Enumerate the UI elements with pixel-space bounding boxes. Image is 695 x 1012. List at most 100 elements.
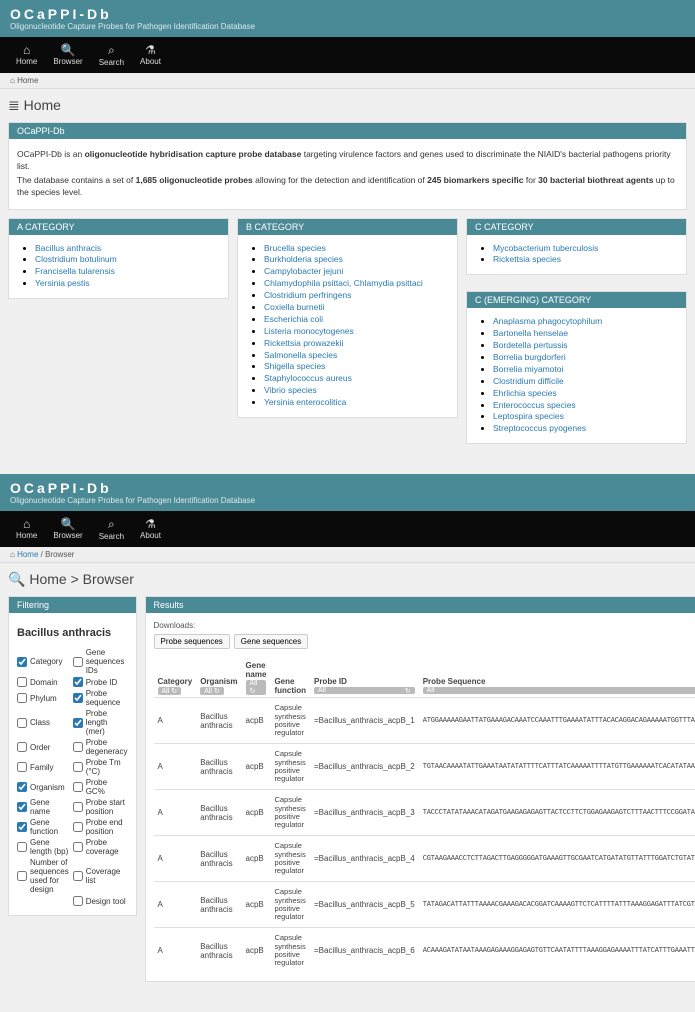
filter-all-pill[interactable]: All ↻ — [158, 687, 182, 695]
table-row: ABacillus anthracisacpBCapsule synthesis… — [154, 928, 695, 974]
table-row: ABacillus anthracisacpBCapsule synthesis… — [154, 790, 695, 836]
category-link[interactable]: Leptospira species — [493, 411, 678, 423]
breadcrumb-home-link[interactable]: Home — [17, 550, 38, 559]
cell-function: Capsule synthesis positive regulator — [270, 882, 310, 928]
category-link[interactable]: Escherichia coli — [264, 314, 449, 326]
home-view: OCaPPI-Db Oligonucleotide Capture Probes… — [0, 0, 695, 460]
category-link[interactable]: Borrelia miyamotoi — [493, 364, 678, 376]
filter-checkbox[interactable]: Category — [17, 647, 69, 676]
category-link[interactable]: Salmonella species — [264, 350, 449, 362]
category-link[interactable]: Bacillus anthracis — [35, 243, 220, 255]
filter-checkbox[interactable]: Gene sequences IDs — [73, 647, 128, 676]
category-link[interactable]: Enterococcus species — [493, 400, 678, 412]
filter-checkbox[interactable]: Probe ID — [73, 676, 128, 688]
filter-all-pill[interactable]: All ↻ — [314, 687, 415, 694]
nav-home[interactable]: ⌂Home — [8, 515, 45, 543]
filter-checkbox[interactable]: Probe length (mer) — [73, 708, 128, 737]
intro-line-2: The database contains a set of 1,685 oli… — [17, 175, 678, 199]
category-link[interactable]: Streptococcus pyogenes — [493, 423, 678, 435]
category-link[interactable]: Ehrlichia species — [493, 388, 678, 400]
category-link[interactable]: Clostridium botulinum — [35, 254, 220, 266]
filter-checkbox[interactable]: Probe GC% — [73, 777, 128, 797]
results-panel: Results Downloads: Probe sequences Gene … — [145, 596, 695, 982]
col-seq: Probe SequenceAll ↻ — [419, 657, 695, 698]
filter-checkbox[interactable]: Number of sequences used for design — [17, 857, 69, 895]
cell-gene: acpB — [242, 882, 271, 928]
brand-bar: OCaPPI-Db Oligonucleotide Capture Probes… — [0, 474, 695, 511]
category-link[interactable]: Francisella tularensis — [35, 266, 220, 278]
cell-probeid: =Bacillus_anthracis_acpB_3 — [310, 790, 419, 836]
downloads-label: Downloads: — [154, 621, 695, 630]
category-link[interactable]: Burkholderia species — [264, 254, 449, 266]
browser-icon: 🔍 — [53, 517, 82, 531]
category-link[interactable]: Vibrio species — [264, 385, 449, 397]
nav-search[interactable]: ⌕Search — [91, 41, 132, 69]
nav-browser[interactable]: 🔍Browser — [45, 41, 90, 69]
filter-checkbox[interactable]: Organism — [17, 777, 69, 797]
category-link[interactable]: Bartonella henselae — [493, 328, 678, 340]
filter-checkbox[interactable]: Gene function — [17, 817, 69, 837]
about-icon: ⚗ — [140, 517, 161, 531]
cell-function: Capsule synthesis positive regulator — [270, 928, 310, 974]
category-row: A CATEGORY Bacillus anthracisClostridium… — [8, 218, 687, 453]
page-title: ≣ Home — [8, 97, 687, 114]
filter-checkbox[interactable]: Gene length (bp) — [17, 837, 69, 857]
category-link[interactable]: Mycobacterium tuberculosis — [493, 243, 678, 255]
filter-all-pill[interactable]: All ↻ — [200, 687, 224, 695]
filter-checkbox[interactable]: Probe sequence — [73, 688, 128, 708]
category-link[interactable]: Borrelia burgdorferi — [493, 352, 678, 364]
category-link[interactable]: Clostridium difficile — [493, 376, 678, 388]
nav-search[interactable]: ⌕Search — [91, 515, 132, 543]
download-gene-button[interactable]: Gene sequences — [234, 634, 309, 649]
filter-checkbox[interactable]: Design tool — [73, 895, 128, 907]
filter-checkbox[interactable]: Class — [17, 708, 69, 737]
filter-checkbox[interactable]: Probe end position — [73, 817, 128, 837]
cat-c-head: C CATEGORY — [467, 219, 686, 235]
filter-checkbox[interactable]: Coverage list — [73, 857, 128, 895]
filter-all-pill[interactable]: All ↻ — [423, 687, 695, 694]
col-organism: OrganismAll ↻ — [196, 657, 241, 698]
category-link[interactable]: Chlamydophila psittaci, Chlamydia psitta… — [264, 278, 449, 290]
category-link[interactable]: Yersinia pestis — [35, 278, 220, 290]
category-link[interactable]: Shigella species — [264, 361, 449, 373]
cell-probeid: =Bacillus_anthracis_acpB_2 — [310, 744, 419, 790]
category-link[interactable]: Brucella species — [264, 243, 449, 255]
category-link[interactable]: Clostridium perfringens — [264, 290, 449, 302]
cell-sequence: TACCCTATATAAACATAGATGAAGAGAGAGTTACTCCTTC… — [419, 790, 695, 836]
results-head: Results — [146, 597, 695, 613]
category-link[interactable]: Campylobacter jejuni — [264, 266, 449, 278]
category-link[interactable]: Bordetella pertussis — [493, 340, 678, 352]
filter-checkbox[interactable]: Phylum — [17, 688, 69, 708]
filter-checkbox[interactable]: Probe degeneracy — [73, 737, 128, 757]
nav-about[interactable]: ⚗About — [132, 41, 169, 69]
filter-checkbox[interactable]: Probe start position — [73, 797, 128, 817]
nav-about[interactable]: ⚗About — [132, 515, 169, 543]
cell-organism: Bacillus anthracis — [196, 928, 241, 974]
category-link[interactable]: Rickettsia prowazekii — [264, 338, 449, 350]
filter-checkbox[interactable]: Probe Tm (°C) — [73, 757, 128, 777]
nav-bar: ⌂Home🔍Browser⌕Search⚗About — [0, 511, 695, 547]
nav-browser[interactable]: 🔍Browser — [45, 515, 90, 543]
category-link[interactable]: Staphylococcus aureus — [264, 373, 449, 385]
filter-checkbox[interactable]: Probe coverage — [73, 837, 128, 857]
filter-checkbox[interactable]: Family — [17, 757, 69, 777]
filter-checkbox[interactable]: Gene name — [17, 797, 69, 817]
filter-checkbox[interactable]: Order — [17, 737, 69, 757]
cat-c-panel: C CATEGORY Mycobacterium tuberculosisRic… — [466, 218, 687, 276]
category-link[interactable]: Yersinia enterocolitica — [264, 397, 449, 409]
filter-all-pill[interactable]: All ↻ — [246, 680, 267, 695]
filter-checkbox[interactable]: Domain — [17, 676, 69, 688]
cat-b-head: B CATEGORY — [238, 219, 457, 235]
brand-title: OCaPPI-Db — [10, 6, 685, 22]
category-link[interactable]: Coxiella burnetii — [264, 302, 449, 314]
category-link[interactable]: Rickettsia species — [493, 254, 678, 266]
cell-gene: acpB — [242, 698, 271, 744]
category-link[interactable]: Anaplasma phagocytophilum — [493, 316, 678, 328]
download-probe-button[interactable]: Probe sequences — [154, 634, 230, 649]
col-func: Gene function — [270, 657, 310, 698]
category-link[interactable]: Listeria monocytogenes — [264, 326, 449, 338]
list-icon: ≣ — [8, 97, 20, 113]
nav-home[interactable]: ⌂Home — [8, 41, 45, 69]
filter-grid: CategoryGene sequences IDs Domain Probe ID… — [17, 647, 128, 907]
cell-probeid: =Bacillus_anthracis_acpB_5 — [310, 882, 419, 928]
